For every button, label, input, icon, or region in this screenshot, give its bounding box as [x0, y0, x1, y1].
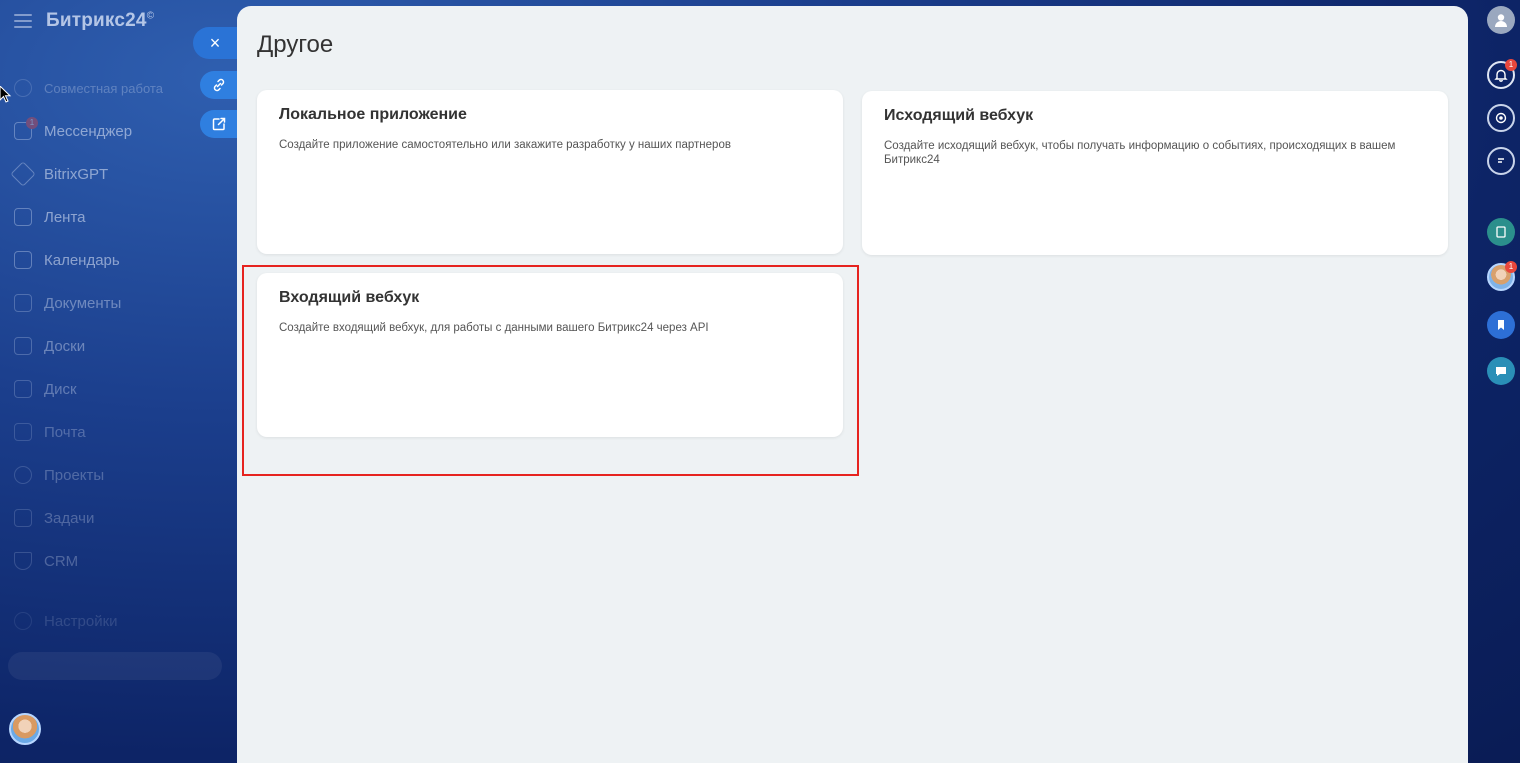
notifications-button[interactable]: 1	[1487, 59, 1517, 89]
brand: Битрикс24©	[14, 10, 154, 32]
sidebar-footer-bar	[8, 652, 222, 680]
disk-icon	[14, 380, 32, 398]
card-title: Локальное приложение	[279, 106, 467, 123]
profile-avatar[interactable]	[1487, 6, 1515, 34]
user-icon	[1495, 14, 1507, 27]
feed-icon	[14, 208, 32, 226]
contact-avatar[interactable]: 1	[1487, 261, 1517, 291]
left-sidebar: Битрикс24© Совместная работа 1 Мессендже…	[0, 0, 236, 763]
copy-link-button[interactable]	[200, 71, 237, 99]
main-panel: Другое Локальное приложение Создайте при…	[237, 6, 1468, 763]
bell-icon	[1494, 69, 1508, 82]
board-icon	[14, 337, 32, 355]
document-icon	[14, 294, 32, 312]
sidebar-item-projects[interactable]: Проекты	[14, 461, 224, 489]
sidebar-item-label: Проекты	[44, 466, 105, 484]
sidebar-item-settings[interactable]: Настройки	[14, 607, 224, 635]
messenger-badge: 1	[26, 117, 38, 129]
sidebar-item-label: Документы	[44, 294, 122, 312]
close-panel-button[interactable]: ×	[193, 27, 237, 59]
card-description: Создайте приложение самостоятельно или з…	[279, 139, 731, 151]
notification-badge: 1	[1505, 59, 1517, 71]
user-avatar[interactable]	[9, 713, 41, 745]
mail-icon	[14, 423, 32, 441]
contact-badge: 1	[1505, 261, 1517, 273]
page-title: Другое	[257, 31, 334, 58]
right-toolbar: 1 1	[1480, 0, 1520, 763]
chat-bubble-icon	[1498, 158, 1504, 163]
sidebar-item-disk[interactable]: Диск	[14, 375, 224, 403]
sidebar-item-collab[interactable]: Совместная работа	[14, 74, 224, 102]
card-title: Исходящий вебхук	[884, 107, 1034, 124]
sidebar-item-bitrixgpt[interactable]: BitrixGPT	[10, 160, 224, 188]
bookmarks-button[interactable]	[1487, 311, 1515, 339]
ai-icon	[10, 161, 36, 187]
highlight-frame	[242, 265, 859, 476]
sidebar-item-label: Задачи	[44, 509, 95, 527]
external-link-icon	[212, 117, 225, 131]
open-chats-button[interactable]	[1487, 147, 1515, 175]
bookmark-icon	[1498, 320, 1504, 330]
collab-icon	[14, 79, 32, 97]
card-description: Создайте исходящий вебхук, чтобы получат…	[884, 140, 1396, 166]
mouse-cursor-icon	[0, 86, 12, 103]
tasks-icon	[14, 509, 32, 527]
sidebar-item-feed[interactable]: Лента	[14, 203, 224, 231]
sidebar-item-boards[interactable]: Доски	[14, 332, 224, 360]
copilot-icon	[1495, 112, 1507, 124]
sidebar-item-crm[interactable]: CRM	[14, 547, 224, 575]
brand-name[interactable]: Битрикс24©	[46, 10, 154, 32]
sidebar-item-messenger[interactable]: 1 Мессенджер	[14, 117, 224, 145]
sidebar-item-label: Лента	[44, 208, 86, 226]
sidebar-item-label: Почта	[44, 423, 86, 441]
sidebar-item-tasks[interactable]: Задачи	[14, 504, 224, 532]
settings-icon	[14, 612, 32, 630]
copilot-button[interactable]	[1487, 104, 1515, 132]
chat-icon: 1	[14, 117, 38, 140]
sidebar-item-label: BitrixGPT	[44, 165, 109, 183]
sidebar-item-label: Доски	[44, 337, 86, 355]
link-icon	[213, 78, 224, 92]
card-outgoing-webhook[interactable]: Исходящий вебхук Создайте исходящий вебх…	[862, 91, 1448, 255]
sidebar-item-label: Календарь	[44, 251, 120, 269]
sidebar-item-documents[interactable]: Документы	[14, 289, 224, 317]
sidebar-item-label: Настройки	[44, 612, 118, 630]
message-icon	[1496, 367, 1506, 376]
crm-icon	[14, 552, 32, 570]
sidebar-item-label: Совместная работа	[44, 80, 163, 96]
close-icon: ×	[209, 32, 221, 53]
sidebar-item-calendar[interactable]: Календарь	[14, 246, 224, 274]
notes-icon	[1496, 226, 1506, 238]
projects-icon	[14, 466, 32, 484]
sidebar-item-label: Мессенджер	[44, 122, 133, 140]
menu-icon[interactable]	[14, 14, 32, 28]
open-new-window-button[interactable]	[200, 110, 237, 138]
app-shortcut-button[interactable]	[1487, 218, 1515, 246]
sidebar-item-label: Диск	[44, 380, 77, 398]
calendar-icon	[14, 251, 32, 269]
messages-button[interactable]	[1487, 357, 1515, 385]
card-local-app[interactable]: Локальное приложение Создайте приложение…	[257, 90, 843, 254]
sidebar-item-mail[interactable]: Почта	[14, 418, 224, 446]
sidebar-item-label: CRM	[44, 552, 79, 570]
